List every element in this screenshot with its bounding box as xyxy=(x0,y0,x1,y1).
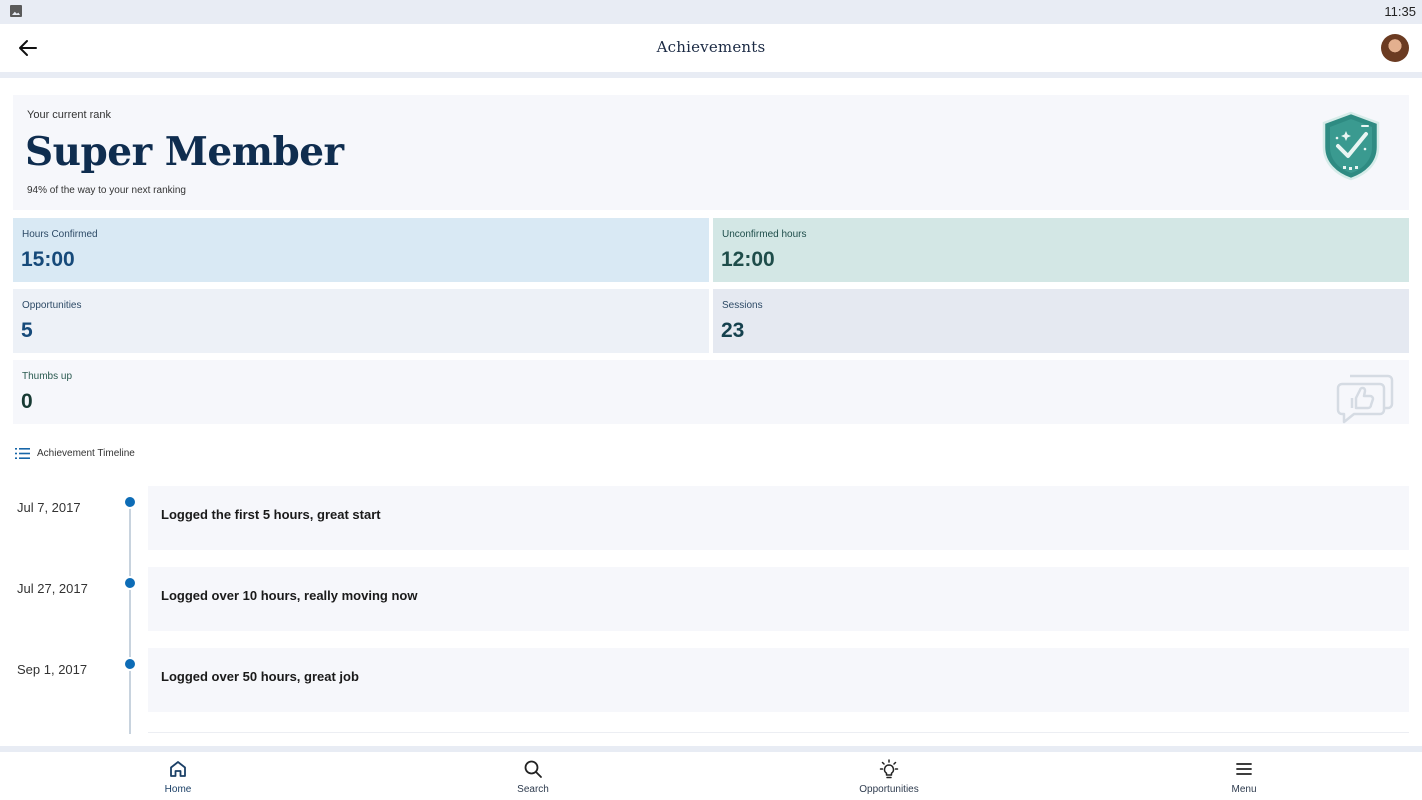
timeline-dot xyxy=(123,657,137,671)
page-title: Achievements xyxy=(656,38,766,56)
timeline-text: Logged over 50 hours, great job xyxy=(161,669,359,684)
status-bar: 11:35 xyxy=(0,0,1422,24)
timeline-card[interactable]: Logged over 10 hours, really moving now xyxy=(148,567,1409,631)
timeline-card[interactable]: Logged the first 5 hours, great start xyxy=(148,486,1409,550)
header-divider xyxy=(0,72,1422,78)
list-icon xyxy=(15,448,30,459)
status-time: 11:35 xyxy=(1384,4,1416,19)
stat-label: Unconfirmed hours xyxy=(722,229,807,240)
timeline-dot xyxy=(123,495,137,509)
shield-check-badge-icon xyxy=(1322,111,1380,181)
timeline-date: Sep 1, 2017 xyxy=(17,662,88,677)
rank-progress-text: 94% of the way to your next ranking xyxy=(27,185,186,196)
stat-label: Thumbs up xyxy=(22,371,73,382)
timeline-dot xyxy=(123,576,137,590)
nav-search[interactable]: Search xyxy=(473,752,593,800)
timeline-item: Sep 1, 2017 Logged over 50 hours, great … xyxy=(0,648,1422,722)
stat-unconfirmed-hours: Unconfirmed hours 12:00 xyxy=(713,218,1409,282)
stat-sessions: Sessions 23 xyxy=(713,289,1409,353)
bottom-nav: Home Search Opportunities Menu xyxy=(0,752,1422,800)
nav-home-label: Home xyxy=(164,784,192,795)
stat-value: 23 xyxy=(721,319,745,342)
timeline-date: Jul 27, 2017 xyxy=(17,581,88,596)
rank-name: Super Member xyxy=(25,129,344,175)
timeline-heading-label: Achievement Timeline xyxy=(37,448,135,459)
stat-label: Opportunities xyxy=(22,300,82,311)
search-icon xyxy=(524,760,542,778)
timeline-next-card-edge xyxy=(148,732,1409,733)
app-bar: Achievements xyxy=(0,24,1422,72)
nav-home[interactable]: Home xyxy=(118,752,238,800)
stat-value: 0 xyxy=(21,390,33,413)
stat-label: Hours Confirmed xyxy=(22,229,98,240)
nav-search-label: Search xyxy=(517,784,549,795)
nav-opportunities-label: Opportunities xyxy=(859,784,919,795)
stat-thumbs-up: Thumbs up 0 xyxy=(13,360,1409,424)
nav-menu-label: Menu xyxy=(1231,784,1257,795)
timeline-date: Jul 7, 2017 xyxy=(17,500,81,515)
menu-icon xyxy=(1236,763,1252,775)
timeline-item: Jul 27, 2017 Logged over 10 hours, reall… xyxy=(0,567,1422,641)
avatar[interactable] xyxy=(1381,34,1409,62)
rank-label: Your current rank xyxy=(27,109,111,121)
image-icon xyxy=(10,5,22,17)
nav-menu[interactable]: Menu xyxy=(1184,752,1304,800)
home-icon xyxy=(170,761,186,777)
lightbulb-icon xyxy=(879,759,899,779)
thumbs-up-chat-icon xyxy=(1336,374,1394,424)
timeline-card[interactable]: Logged over 50 hours, great job xyxy=(148,648,1409,712)
stat-opportunities: Opportunities 5 xyxy=(13,289,709,353)
stat-label: Sessions xyxy=(722,300,763,311)
rank-card: Your current rank Super Member 94% of th… xyxy=(13,95,1409,210)
stat-hours-confirmed: Hours Confirmed 15:00 xyxy=(13,218,709,282)
stat-value: 5 xyxy=(21,319,33,342)
timeline-text: Logged the first 5 hours, great start xyxy=(161,507,381,522)
stat-value: 15:00 xyxy=(21,248,75,271)
stat-value: 12:00 xyxy=(721,248,775,271)
nav-opportunities[interactable]: Opportunities xyxy=(829,752,949,800)
timeline-item: Jul 7, 2017 Logged the first 5 hours, gr… xyxy=(0,486,1422,560)
timeline-text: Logged over 10 hours, really moving now xyxy=(161,588,418,603)
